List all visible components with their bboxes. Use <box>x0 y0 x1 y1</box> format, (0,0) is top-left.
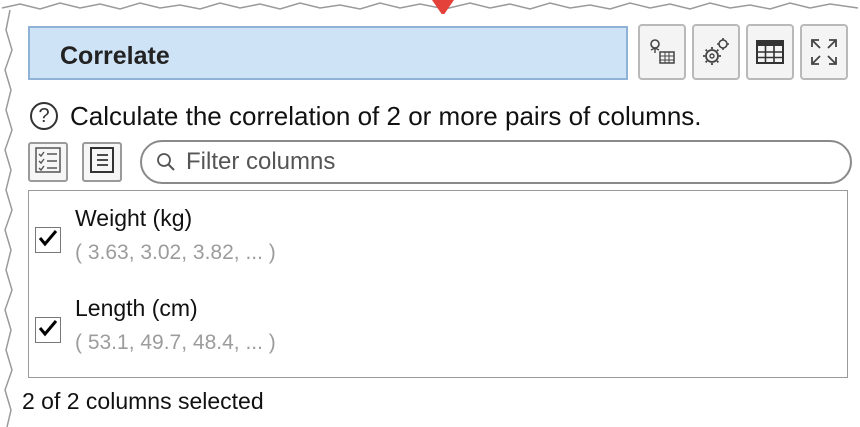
filter-field[interactable] <box>140 140 852 184</box>
column-preview: ( 53.1, 49.7, 48.4, ... ) <box>75 331 276 354</box>
column-name: Weight (kg) <box>75 205 193 231</box>
column-preview: ( 3.63, 3.02, 3.82, ... ) <box>75 241 276 264</box>
title-box[interactable]: Correlate <box>28 26 628 80</box>
list-item[interactable]: Length (cm) ( 53.1, 49.7, 48.4, ... ) <box>29 287 847 367</box>
list-icon <box>89 146 115 179</box>
table-icon <box>755 39 785 65</box>
deselect-all-button[interactable] <box>82 142 122 182</box>
column-select-button[interactable] <box>638 24 686 80</box>
panel-title: Correlate <box>60 42 170 70</box>
filter-input[interactable] <box>184 147 788 177</box>
description-row: ? Calculate the correlation of 2 or more… <box>30 94 702 138</box>
column-checkbox[interactable] <box>35 317 61 343</box>
select-all-button[interactable] <box>28 142 68 182</box>
description-text: Calculate the correlation of 2 or more p… <box>70 100 702 131</box>
filter-row <box>28 140 854 184</box>
table-view-button[interactable] <box>746 24 794 80</box>
list-item[interactable]: Weight (kg) ( 3.63, 3.02, 3.82, ... ) <box>29 197 847 277</box>
column-list: Weight (kg) ( 3.63, 3.02, 3.82, ... ) Le… <box>28 190 848 378</box>
settings-gears-icon <box>700 36 732 68</box>
checkmark-icon <box>38 229 58 252</box>
column-checkbox[interactable] <box>35 227 61 253</box>
settings-button[interactable] <box>692 24 740 80</box>
maximize-icon <box>809 37 839 67</box>
column-name: Length (cm) <box>75 295 198 321</box>
search-icon <box>157 153 175 171</box>
checkmark-icon <box>38 319 58 342</box>
selection-status: 2 of 2 columns selected <box>22 388 264 414</box>
help-icon[interactable]: ? <box>30 102 58 130</box>
title-bar: Correlate <box>28 24 848 86</box>
column-select-icon <box>647 37 677 67</box>
correlate-panel: Correlate ? Calculate the correlation of… <box>22 14 858 427</box>
maximize-button[interactable] <box>800 24 848 80</box>
checklist-icon <box>34 146 62 179</box>
